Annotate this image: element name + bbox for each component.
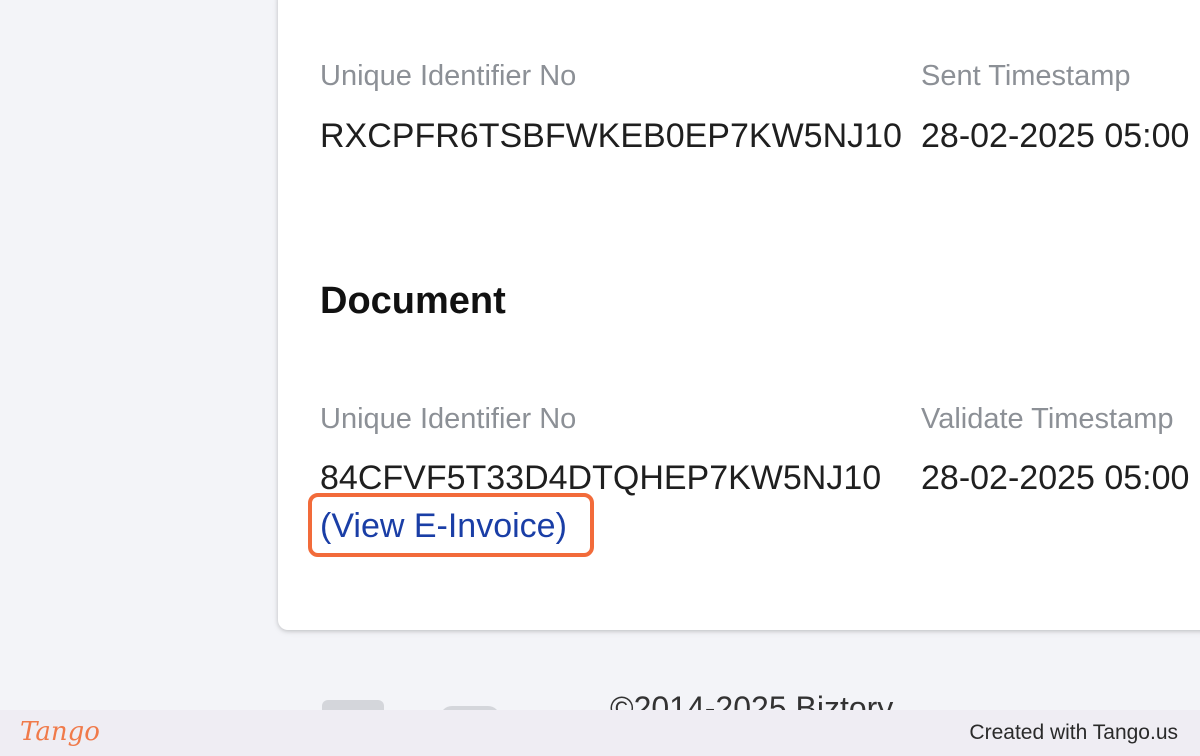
- sent-timestamp-value: 28-02-2025 05:00: [921, 117, 1190, 155]
- view-e-invoice-link[interactable]: (View E-Invoice): [320, 509, 567, 543]
- validate-timestamp-value: 28-02-2025 05:00: [921, 459, 1190, 497]
- tango-attribution-bar: Tango Created with Tango.us: [0, 710, 1200, 756]
- document-uid-label: Unique Identifier No: [320, 403, 577, 435]
- sent-timestamp-label: Sent Timestamp: [921, 60, 1131, 92]
- validate-timestamp-label: Validate Timestamp: [921, 403, 1174, 435]
- sent-uid-value: RXCPFR6TSBFWKEB0EP7KW5NJ10: [320, 117, 902, 155]
- document-uid-value: 84CFVF5T33D4DTQHEP7KW5NJ10: [320, 459, 882, 497]
- document-heading: Document: [320, 280, 506, 322]
- tango-credit-text: Created with Tango.us: [969, 721, 1178, 744]
- tango-logo: Tango: [20, 717, 100, 747]
- sent-uid-label: Unique Identifier No: [320, 60, 577, 92]
